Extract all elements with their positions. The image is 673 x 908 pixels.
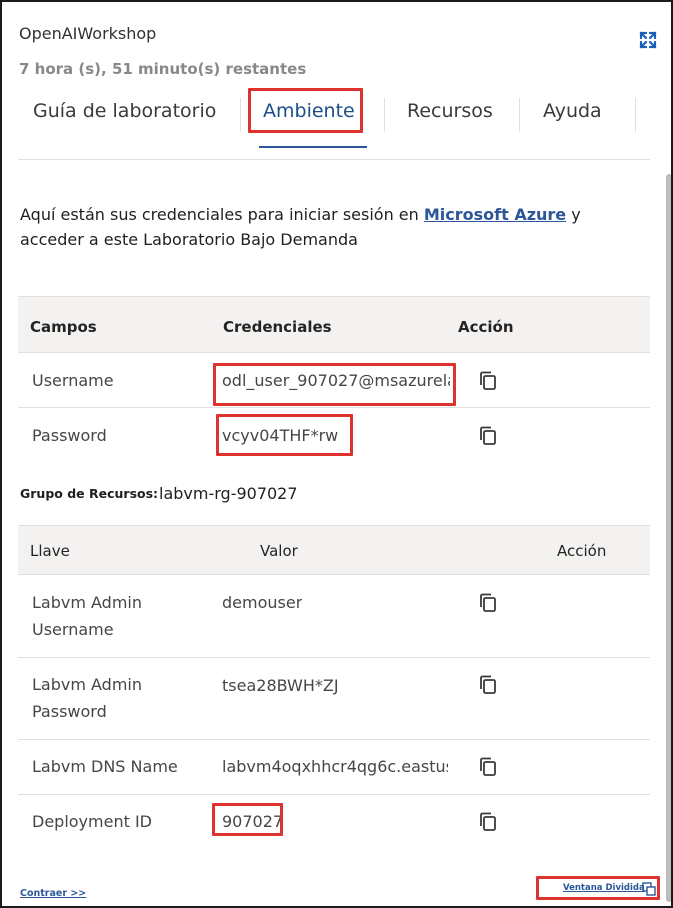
column-header-action: Acción — [557, 542, 607, 560]
highlight-box-username — [213, 363, 456, 406]
admin-username-value[interactable]: demouser — [222, 593, 302, 612]
copy-icon[interactable] — [478, 811, 498, 833]
azure-link[interactable]: Microsoft Azure — [424, 205, 566, 224]
tab-divider — [240, 98, 241, 132]
vm-table-header: Llave Valor Acción — [18, 525, 650, 575]
tab-lab-guide[interactable]: Guía de laboratorio — [33, 100, 216, 122]
column-header-action: Acción — [458, 318, 514, 336]
table-row: Labvm Admin Username demouser — [18, 575, 650, 658]
field-label: Password — [32, 426, 107, 445]
time-remaining: 7 hora (s), 51 minuto(s) restantes — [19, 60, 307, 78]
admin-password-value[interactable]: tsea28BWH*ZJ — [222, 676, 339, 695]
tab-divider — [384, 98, 385, 132]
field-label: Username — [32, 371, 114, 390]
lab-panel: OpenAIWorkshop 7 hora (s), 51 minuto(s) … — [0, 0, 673, 908]
copy-icon[interactable] — [478, 425, 498, 447]
tab-divider — [635, 98, 636, 132]
column-header-key: Llave — [30, 542, 70, 560]
collapse-link[interactable]: Contraer >> — [20, 888, 86, 899]
key-label: Labvm Admin Password — [32, 675, 143, 721]
table-row: Labvm Admin Password tsea28BWH*ZJ — [18, 658, 650, 740]
column-header-fields: Campos — [30, 318, 97, 336]
copy-icon[interactable] — [478, 674, 498, 696]
column-header-value: Valor — [260, 542, 298, 560]
intro-before: Aquí están sus credenciales para iniciar… — [20, 205, 424, 224]
intro-text: Aquí están sus credenciales para iniciar… — [20, 202, 610, 252]
expand-icon[interactable] — [638, 30, 658, 50]
key-label: Labvm DNS Name — [32, 757, 178, 776]
column-header-credentials: Credenciales — [223, 318, 332, 336]
highlight-box-split-window — [536, 876, 660, 900]
key-label: Labvm Admin Username — [32, 593, 143, 639]
active-tab-indicator — [259, 146, 367, 148]
copy-icon[interactable] — [478, 756, 498, 778]
tab-divider — [519, 98, 520, 132]
app-title: OpenAIWorkshop — [19, 24, 157, 43]
copy-icon[interactable] — [478, 592, 498, 614]
tab-resources[interactable]: Recursos — [407, 100, 493, 122]
highlight-box-password — [216, 414, 353, 456]
tab-help[interactable]: Ayuda — [543, 100, 602, 122]
key-label: Deployment ID — [32, 812, 152, 831]
scrollbar[interactable] — [666, 174, 671, 902]
table-row: Deployment ID 907027 — [18, 795, 650, 850]
highlight-box-deployment-id — [212, 803, 283, 836]
resource-group-label: Grupo de Recursos: — [20, 486, 159, 501]
dns-name-value[interactable]: labvm4oqxhhcr4qg6c.eastus.cloudapp.azure… — [222, 757, 448, 776]
copy-icon[interactable] — [478, 370, 498, 392]
credentials-table-header: Campos Credenciales Acción — [18, 296, 650, 353]
resource-group-value[interactable]: labvm-rg-907027 — [159, 484, 298, 503]
table-row: Labvm DNS Name labvm4oqxhhcr4qg6c.eastus… — [18, 740, 650, 795]
highlight-box-tab — [248, 88, 363, 133]
